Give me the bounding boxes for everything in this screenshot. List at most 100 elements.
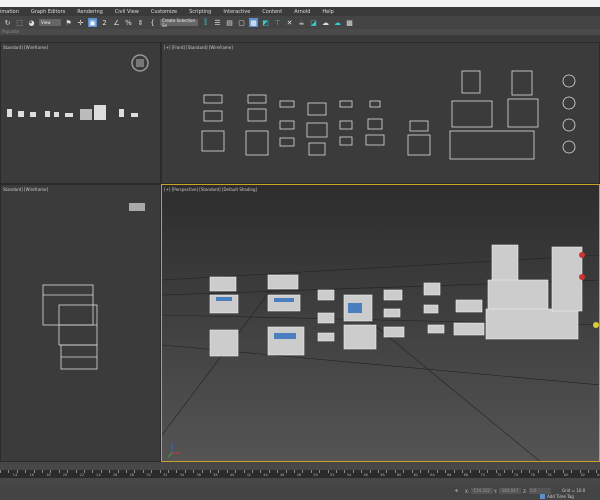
left-view-objects bbox=[42, 203, 145, 370]
menu-scripting[interactable]: Scripting bbox=[189, 9, 211, 15]
render-icon[interactable]: ☁ bbox=[321, 18, 330, 27]
menu-content[interactable]: Content bbox=[262, 9, 282, 15]
timeline-tick bbox=[588, 470, 589, 473]
select-filter-icon[interactable]: ◕ bbox=[27, 18, 36, 27]
timeline-tick bbox=[487, 470, 489, 473]
menu-animation[interactable]: imation bbox=[0, 9, 19, 15]
timeline-tick bbox=[336, 470, 337, 473]
mirror-icon[interactable]: ⫿ bbox=[201, 18, 210, 27]
add-time-tag-button[interactable]: Add Time Tag bbox=[540, 494, 574, 499]
timeline-tick bbox=[319, 470, 321, 473]
ribbon-populate-label[interactable]: Populate bbox=[2, 29, 19, 34]
timeline-tick bbox=[243, 470, 245, 473]
render-setup-icon[interactable]: ☕ bbox=[297, 18, 306, 27]
timeline-tick bbox=[84, 470, 85, 473]
x-field[interactable]: -154.332 bbox=[471, 488, 494, 494]
timeline-label: 66 bbox=[446, 473, 452, 477]
menu-graph-editors[interactable]: Graph Editors bbox=[31, 9, 65, 15]
selection-set-dropdown[interactable]: Create Selection Se bbox=[160, 18, 198, 28]
angle-snap-icon[interactable]: ∠ bbox=[112, 18, 121, 27]
timeline-tick bbox=[470, 470, 472, 473]
timeline-tick bbox=[235, 470, 237, 473]
timeline-tick bbox=[193, 470, 195, 473]
timeline-label: 26 bbox=[112, 473, 118, 477]
ribbon-toggle-icon[interactable]: ▦ bbox=[249, 18, 258, 27]
y-field[interactable]: -184.047 bbox=[499, 488, 522, 494]
timeline-tick bbox=[25, 470, 27, 473]
select-object-icon[interactable]: ▣ bbox=[88, 18, 97, 27]
timeline-label: 20 bbox=[62, 473, 68, 477]
rotate-icon[interactable]: ↻ bbox=[3, 18, 12, 27]
render-active-icon[interactable]: ☁ bbox=[333, 18, 342, 27]
x-coordinate[interactable]: X: -154.332 bbox=[465, 488, 494, 494]
timeline-tick bbox=[168, 470, 169, 473]
move-icon[interactable]: ✛ bbox=[76, 18, 85, 27]
time-slider[interactable]: 14 16 18 20 22 24 26 28 30 32 34 36 38 40 42 44 46 48 50 52… bbox=[0, 462, 600, 485]
menu-interactive[interactable]: Interactive bbox=[223, 9, 250, 15]
timeline-tick bbox=[436, 470, 438, 473]
menu-rendering[interactable]: Rendering bbox=[77, 9, 103, 15]
select-region-icon[interactable]: ⬚ bbox=[15, 18, 24, 27]
rendered-frame-icon[interactable]: ◪ bbox=[309, 18, 318, 27]
menu-civil-view[interactable]: Civil View bbox=[115, 9, 139, 15]
track-bar[interactable]: 14 16 18 20 22 24 26 28 30 32 34 36 38 40 42 44 46 48 50 52… bbox=[0, 470, 600, 478]
schematic-view-icon[interactable]: ⊤ bbox=[273, 18, 282, 27]
material-editor-icon[interactable]: ✕ bbox=[285, 18, 294, 27]
timeline-tick bbox=[310, 470, 312, 473]
timeline-label: 68 bbox=[463, 473, 469, 477]
timeline-tick bbox=[378, 470, 379, 473]
spinner-snap-icon[interactable]: ⇕ bbox=[136, 18, 145, 27]
timeline-tick bbox=[504, 470, 505, 473]
timeline-label: 52 bbox=[330, 473, 335, 477]
align-icon[interactable]: ☰ bbox=[213, 18, 222, 27]
lock-selection-icon[interactable]: ✣ bbox=[455, 488, 458, 493]
timeline-tick bbox=[386, 470, 388, 473]
curve-editor-icon[interactable]: ◩ bbox=[261, 18, 270, 27]
timeline-tick bbox=[126, 470, 127, 473]
timeline-tick bbox=[344, 470, 346, 473]
timeline-label: 48 bbox=[296, 473, 302, 477]
scene-explorer-icon[interactable]: ▤ bbox=[225, 18, 234, 27]
timeline-tick bbox=[302, 470, 304, 473]
timeline-label: 44 bbox=[263, 473, 268, 477]
timeline-tick bbox=[520, 470, 522, 473]
timeline-label: 60 bbox=[396, 473, 402, 477]
menu-customize[interactable]: Customize bbox=[151, 9, 177, 15]
x-label: X: bbox=[465, 488, 470, 494]
axis-gizmo-icon bbox=[167, 443, 180, 458]
select-link-icon[interactable]: ⚑ bbox=[64, 18, 73, 27]
timeline-tick bbox=[294, 470, 295, 473]
timeline-tick bbox=[201, 470, 203, 473]
grid-icon[interactable]: ▩ bbox=[345, 18, 354, 27]
timeline-tick bbox=[369, 470, 371, 473]
timeline-tick bbox=[226, 470, 228, 473]
layer-explorer-icon[interactable]: ▢ bbox=[237, 18, 246, 27]
menu-help[interactable]: Help bbox=[322, 9, 333, 15]
timeline-label: 64 bbox=[430, 473, 435, 477]
timeline-tick bbox=[42, 470, 43, 473]
menu-arnold[interactable]: Arnold bbox=[294, 9, 310, 15]
top-view-objects bbox=[7, 54, 149, 120]
timeline-label: 14 bbox=[12, 473, 18, 477]
y-coordinate[interactable]: Y: -184.047 bbox=[494, 488, 522, 494]
timeline-label: 16 bbox=[29, 473, 34, 477]
timeline-tick bbox=[75, 470, 77, 473]
timeline-label: 32 bbox=[163, 473, 168, 477]
timeline-tick bbox=[554, 470, 556, 473]
time-tag-icon bbox=[540, 494, 545, 499]
view-dropdown[interactable]: View bbox=[39, 19, 61, 26]
timeline-tick bbox=[571, 470, 573, 473]
timeline-tick bbox=[92, 470, 94, 473]
viewport-front[interactable]: [+] [Front] [Standard] [Wireframe] bbox=[161, 42, 600, 184]
title-strip bbox=[0, 0, 600, 7]
viewport-left[interactable]: Standard] [Wireframe] bbox=[0, 184, 161, 462]
snap-2d-icon[interactable]: 2 bbox=[100, 18, 109, 27]
timeline-tick bbox=[210, 470, 211, 473]
timeline-tick bbox=[277, 470, 279, 473]
percent-snap-icon[interactable]: % bbox=[124, 18, 133, 27]
edit-named-selection-icon[interactable]: { bbox=[148, 18, 157, 27]
viewport-top[interactable]: Standard] [Wireframe] bbox=[0, 42, 161, 184]
timeline-label: 46 bbox=[279, 473, 285, 477]
viewport-perspective[interactable]: [+] [Perspective] [Standard] [Default Sh… bbox=[161, 184, 600, 462]
timeline-tick bbox=[159, 470, 161, 473]
